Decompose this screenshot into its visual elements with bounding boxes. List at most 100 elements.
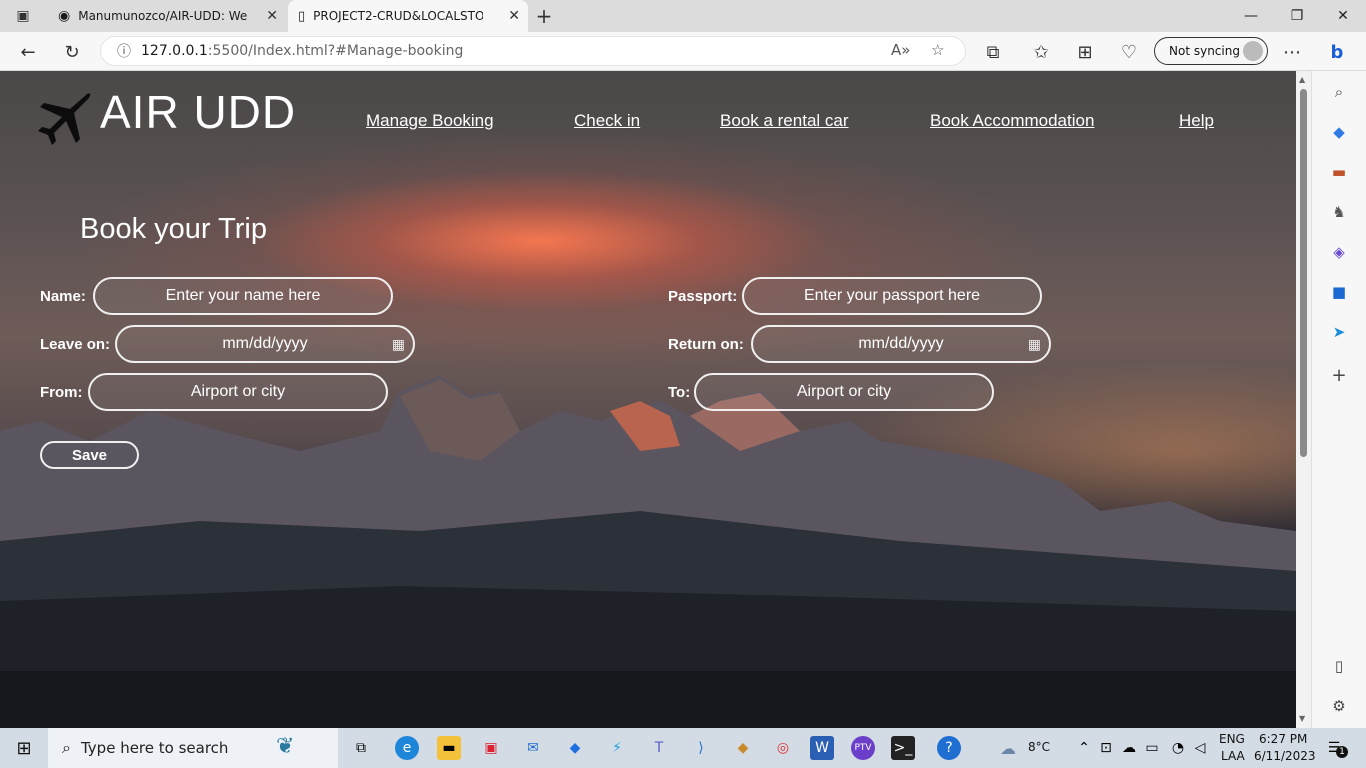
nav-rental-car[interactable]: Book a rental car: [720, 111, 849, 131]
keyboard-layout[interactable]: LAA: [1221, 749, 1245, 763]
windows-start-icon[interactable]: ⊞: [12, 736, 36, 760]
search-placeholder: Type here to search: [80, 739, 229, 757]
mountain-background: [0, 376, 1296, 728]
nav-check-in[interactable]: Check in: [574, 111, 640, 131]
outlook-icon[interactable]: ■: [1328, 281, 1350, 303]
dropbox-icon[interactable]: ◆: [563, 736, 587, 760]
search-icon: ⌕: [62, 738, 71, 757]
return-date-input[interactable]: mm/dd/yyyy ▦: [751, 325, 1051, 363]
scroll-down-icon[interactable]: ▼: [1299, 714, 1305, 723]
teams-icon[interactable]: T: [647, 736, 671, 760]
tab-github[interactable]: ◉ Manumunozco/AIR-UDD: Welcome ✕: [50, 0, 286, 32]
clock-time[interactable]: 6:27 PM: [1259, 732, 1307, 746]
help-icon[interactable]: ?: [937, 736, 961, 760]
close-window-icon[interactable]: ✕: [1320, 0, 1366, 32]
battery-icon[interactable]: ▭: [1140, 736, 1164, 760]
back-icon[interactable]: ←: [15, 39, 41, 65]
onedrive-icon[interactable]: ☁: [1117, 736, 1141, 760]
name-input[interactable]: Enter your name here: [93, 277, 393, 315]
microsoft365-icon[interactable]: ◈: [1328, 241, 1350, 263]
chrome-icon[interactable]: ◎: [771, 736, 795, 760]
add-icon[interactable]: +: [1328, 364, 1350, 386]
new-tab-icon[interactable]: +: [531, 3, 557, 29]
minimize-icon[interactable]: —: [1228, 0, 1274, 32]
close-tab-icon[interactable]: ✕: [508, 8, 520, 24]
from-input[interactable]: Airport or city: [88, 373, 388, 411]
edge-icon[interactable]: e: [395, 736, 419, 760]
nav-accommodation[interactable]: Book Accommodation: [930, 111, 1094, 131]
weather-icon: ☁: [1000, 738, 1016, 758]
leave-label: Leave on:: [40, 336, 111, 353]
more-icon[interactable]: ⋯: [1279, 39, 1305, 65]
collections-icon[interactable]: ⊞: [1072, 39, 1098, 65]
notification-icon[interactable]: ☰ 1: [1322, 736, 1348, 760]
passport-input[interactable]: Enter your passport here: [742, 277, 1042, 315]
tab-title: PROJECT2-CRUD&LOCALSTORAGE: [313, 9, 484, 23]
info-icon[interactable]: ⓘ: [117, 41, 131, 61]
from-placeholder: Airport or city: [190, 383, 286, 400]
tray-arrow-icon[interactable]: ⌃: [1072, 736, 1096, 760]
app-icon[interactable]: PTV: [851, 736, 875, 760]
save-button[interactable]: Save: [40, 441, 139, 469]
from-label: From:: [40, 384, 83, 401]
refresh-icon[interactable]: ↻: [59, 39, 85, 65]
git-icon[interactable]: ◆: [731, 736, 755, 760]
to-input[interactable]: Airport or city: [694, 373, 994, 411]
leave-date-placeholder: mm/dd/yyyy: [222, 335, 308, 352]
camera-icon[interactable]: ⊡: [1094, 736, 1118, 760]
settings-icon[interactable]: ⚙: [1328, 695, 1350, 717]
word-icon[interactable]: W: [810, 736, 834, 760]
restore-icon[interactable]: ❐: [1274, 0, 1320, 32]
taskbar: ⊞ ⌕ Type here to search ❦ ⧉ e ▬ ▣ ✉ ◆ ⚡ …: [0, 728, 1366, 768]
nav-manage-booking[interactable]: Manage Booking: [366, 111, 494, 131]
browser-essentials-icon[interactable]: ♡: [1116, 39, 1142, 65]
favorites-icon[interactable]: ✩: [1028, 39, 1054, 65]
calendar-icon[interactable]: ▦: [392, 336, 405, 353]
tools-icon[interactable]: ▬: [1328, 161, 1350, 183]
bing-chat-icon[interactable]: b: [1324, 39, 1350, 65]
taskbar-search[interactable]: ⌕ Type here to search ❦: [48, 728, 338, 768]
volume-icon[interactable]: ◁: [1188, 736, 1212, 760]
games-icon[interactable]: ♞: [1328, 201, 1350, 223]
scroll-thumb[interactable]: [1300, 89, 1307, 457]
wifi-icon[interactable]: ◔: [1166, 736, 1190, 760]
bird-illustration-icon: ❦: [276, 734, 295, 759]
brand-title: AIR UDD: [100, 86, 297, 138]
calendar-icon[interactable]: ▦: [1028, 336, 1041, 353]
file-explorer-icon[interactable]: ▬: [437, 736, 461, 760]
sync-button[interactable]: Not syncing: [1154, 37, 1268, 65]
terminal-icon[interactable]: >_: [891, 736, 915, 760]
url-host: 127.0.0.1: [141, 43, 208, 59]
language-code[interactable]: ENG: [1219, 732, 1245, 746]
url-field[interactable]: ⓘ 127.0.0.1 :5500/Index.html?#Manage-boo…: [100, 36, 966, 66]
vscode-icon[interactable]: ⟩: [689, 736, 713, 760]
sidebar-toggle-icon[interactable]: ▯: [1328, 655, 1350, 677]
favorite-icon[interactable]: ☆: [931, 41, 944, 59]
nav-help[interactable]: Help: [1179, 111, 1214, 131]
weather-temp[interactable]: 8°C: [1028, 740, 1050, 754]
avatar: [1243, 41, 1263, 61]
tab-project[interactable]: ▯ PROJECT2-CRUD&LOCALSTORAGE ✕: [288, 0, 528, 32]
leave-date-input[interactable]: mm/dd/yyyy ▦: [115, 325, 415, 363]
read-aloud-icon[interactable]: A»: [891, 41, 910, 59]
close-tab-icon[interactable]: ✕: [266, 8, 278, 24]
github-icon: ◉: [58, 8, 71, 24]
store-icon[interactable]: ▣: [479, 736, 503, 760]
task-view-icon[interactable]: ⧉: [349, 736, 373, 760]
return-date-placeholder: mm/dd/yyyy: [858, 335, 944, 352]
mail-icon[interactable]: ✉: [521, 736, 545, 760]
shopping-icon[interactable]: ◆: [1328, 121, 1350, 143]
return-label: Return on:: [668, 336, 744, 353]
tab-actions-icon[interactable]: ▣: [10, 3, 36, 29]
extensions-icon[interactable]: ⧉: [980, 39, 1006, 65]
search-icon[interactable]: ⌕: [1328, 81, 1350, 103]
page-scrollbar[interactable]: ▲ ▼: [1296, 71, 1311, 728]
send-icon[interactable]: ➤: [1328, 321, 1350, 343]
tab-title: Manumunozco/AIR-UDD: Welcome: [78, 9, 248, 23]
clock-date[interactable]: 6/11/2023: [1254, 749, 1316, 763]
power-automate-icon[interactable]: ⚡: [605, 736, 629, 760]
url-path: :5500/Index.html?#Manage-booking: [207, 43, 464, 59]
name-placeholder: Enter your name here: [165, 287, 321, 304]
to-placeholder: Airport or city: [796, 383, 892, 400]
scroll-up-icon[interactable]: ▲: [1299, 75, 1305, 84]
